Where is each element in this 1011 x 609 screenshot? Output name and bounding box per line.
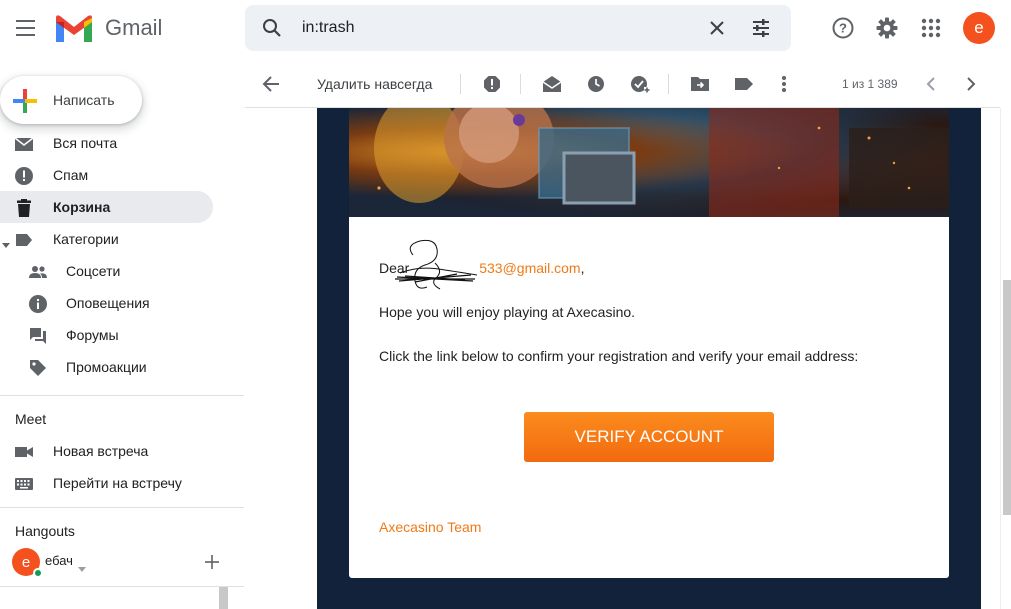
toolbar-separator <box>668 74 669 94</box>
move-to-folder-icon[interactable] <box>690 74 710 94</box>
chevron-right-icon[interactable] <box>961 74 981 94</box>
hangouts-user-name[interactable]: ебач <box>45 553 73 568</box>
sidebar-item-label: Форумы <box>66 327 119 343</box>
sidebar-item-trash[interactable]: Корзина <box>0 191 213 223</box>
help-icon[interactable]: ? <box>829 14 857 42</box>
gmail-logo-icon[interactable] <box>54 12 94 49</box>
toolbar-separator <box>460 74 461 94</box>
signature-link[interactable]: Axecasino Team <box>379 519 481 535</box>
account-avatar[interactable]: e <box>963 12 995 44</box>
redaction-scribble <box>395 235 485 300</box>
sidebar-item-label: Спам <box>53 167 89 183</box>
search-icon[interactable] <box>262 18 282 43</box>
add-contact-icon[interactable] <box>205 555 219 574</box>
report-spam-icon[interactable] <box>482 74 502 94</box>
tag-icon <box>28 358 48 378</box>
svg-text:?: ? <box>839 21 847 36</box>
sidebar-item-spam[interactable]: Спам <box>0 159 213 191</box>
online-status-dot <box>33 568 43 578</box>
compose-plus-icon <box>12 88 38 119</box>
clear-search-icon[interactable] <box>708 19 726 42</box>
compose-label: Написать <box>53 92 115 108</box>
main-menu-button[interactable] <box>12 14 40 42</box>
sidebar-divider <box>0 507 244 508</box>
back-arrow-icon[interactable] <box>261 74 281 94</box>
sidebar-item-promotions[interactable]: Промоакции <box>0 351 213 383</box>
content-scrollbar[interactable] <box>1000 108 1011 609</box>
hangouts-section-title: Hangouts <box>15 523 75 539</box>
greeting-suffix: , <box>580 260 585 276</box>
caret-down-icon[interactable] <box>2 236 10 252</box>
mark-unread-icon[interactable] <box>542 74 562 94</box>
sidebar-item-categories[interactable]: Категории <box>0 223 213 255</box>
videocam-icon <box>14 442 34 462</box>
sidebar-item-label: Вся почта <box>53 135 118 151</box>
info-icon <box>28 294 48 314</box>
body-line-1: Hope you will enjoy playing at Axecasino… <box>379 304 636 320</box>
sidebar-divider <box>0 395 244 396</box>
search-bar[interactable] <box>245 5 791 51</box>
sidebar-item-social[interactable]: Соцсети <box>0 255 213 287</box>
content-scrollbar-thumb[interactable] <box>1003 280 1011 515</box>
settings-gear-icon[interactable] <box>873 14 901 42</box>
sidebar-item-all-mail[interactable]: Вся почта <box>0 127 213 159</box>
sidebar-item-label: Категории <box>53 231 119 247</box>
sidebar-scrollbar[interactable] <box>219 587 228 609</box>
sidebar-item-label: Корзина <box>53 199 111 215</box>
people-icon <box>28 262 48 282</box>
trash-icon <box>14 198 34 218</box>
label-as-icon[interactable] <box>734 74 754 94</box>
add-to-tasks-icon[interactable] <box>630 74 650 94</box>
top-bar: Gmail ? e <box>0 0 1011 60</box>
keyboard-icon <box>14 474 34 494</box>
sidebar-item-label: Промоакции <box>66 359 147 375</box>
meet-section-title: Meet <box>15 411 47 427</box>
label-icon <box>14 230 34 250</box>
sidebar-item-label: Новая встреча <box>53 443 149 459</box>
more-options-icon[interactable] <box>774 74 794 94</box>
app-title: Gmail <box>105 15 163 40</box>
sidebar-divider <box>0 586 244 587</box>
sidebar-item-forums[interactable]: Форумы <box>0 319 213 351</box>
recipient-email-link[interactable]: 533@gmail.com <box>479 260 580 276</box>
delete-forever-button[interactable]: Удалить навсегда <box>317 76 432 92</box>
toolbar-separator <box>520 74 521 94</box>
sidebar-item-label: Оповещения <box>66 295 150 311</box>
all-mail-icon <box>14 134 34 154</box>
search-input[interactable] <box>302 19 682 37</box>
meet-new-meeting[interactable]: Новая встреча <box>0 435 213 467</box>
email-banner-image <box>349 108 949 217</box>
search-options-icon[interactable] <box>751 18 771 43</box>
sidebar: Написать Вся почта Спам Корзина Категори… <box>0 60 245 609</box>
chevron-left-icon[interactable] <box>921 74 941 94</box>
sidebar-item-label: Соцсети <box>66 263 121 279</box>
message-toolbar: Удалить навсегда 1 из 1 389 <box>245 60 1000 108</box>
sidebar-item-label: Перейти на встречу <box>53 475 182 491</box>
meet-join-meeting[interactable]: Перейти на встречу <box>0 467 213 499</box>
message-view: Dear 533@gmail.com, Hope you will enjoy … <box>245 108 1000 609</box>
email-card: Dear 533@gmail.com, Hope you will enjoy … <box>349 217 949 578</box>
apps-grid-icon[interactable] <box>917 14 945 42</box>
spam-icon <box>14 166 34 186</box>
snooze-clock-icon[interactable] <box>586 74 606 94</box>
caret-down-icon[interactable] <box>78 559 86 577</box>
verify-account-button[interactable]: VERIFY ACCOUNT <box>524 412 774 462</box>
pagination-count: 1 из 1 389 <box>842 77 898 91</box>
body-line-2: Click the link below to confirm your reg… <box>379 348 859 364</box>
compose-button[interactable]: Написать <box>0 76 142 124</box>
forum-icon <box>28 326 48 346</box>
sidebar-item-updates[interactable]: Оповещения <box>0 287 213 319</box>
